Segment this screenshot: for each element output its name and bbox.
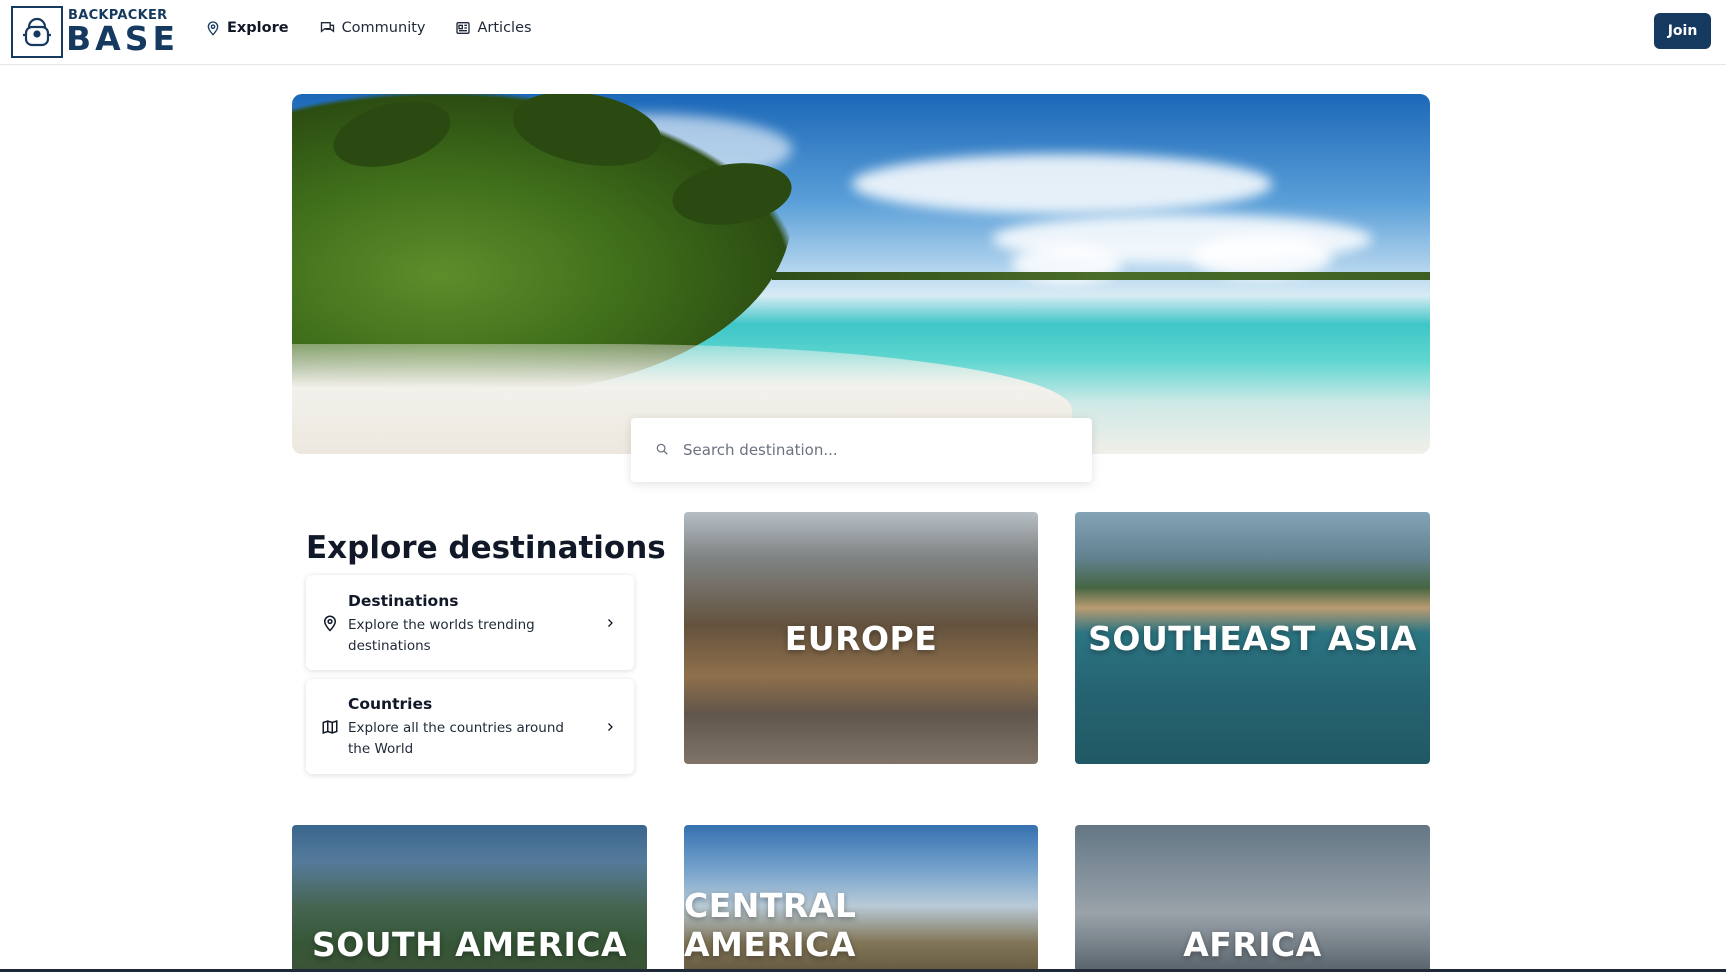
region-tile-southeast-asia[interactable]: SOUTHEAST ASIA xyxy=(1075,512,1430,764)
region-label: AFRICA xyxy=(1183,925,1322,964)
section-title: Explore destinations xyxy=(306,530,666,566)
nav-articles[interactable]: Articles xyxy=(455,20,532,36)
top-navbar: BACKPACKER BASE Explore Community Articl… xyxy=(0,0,1726,65)
region-tile-africa[interactable]: AFRICA xyxy=(1075,825,1430,972)
map-pin-icon xyxy=(205,20,221,36)
nav-community[interactable]: Community xyxy=(319,20,426,36)
brand-logo[interactable]: BACKPACKER BASE xyxy=(11,6,175,58)
main-nav: Explore Community Articles xyxy=(205,20,532,36)
destinations-description: Explore the worlds trending destinations xyxy=(348,617,535,654)
map-icon xyxy=(321,718,339,740)
region-label: SOUTHEAST ASIA xyxy=(1088,618,1417,658)
countries-description: Explore all the countries around the Wor… xyxy=(348,720,564,757)
chevron-right-icon xyxy=(604,719,616,738)
search-icon xyxy=(655,441,669,460)
cloud-shape xyxy=(852,154,1272,214)
region-tile-south-america[interactable]: SOUTH AMERICA xyxy=(292,825,647,972)
nav-community-label: Community xyxy=(341,20,426,36)
countries-card[interactable]: Countries Explore all the countries arou… xyxy=(306,679,634,774)
destinations-card[interactable]: Destinations Explore the worlds trending… xyxy=(306,575,634,670)
nav-explore[interactable]: Explore xyxy=(205,20,289,36)
map-pin-icon xyxy=(321,614,339,636)
brand-name-bottom: BASE xyxy=(66,19,180,58)
search-bar[interactable] xyxy=(631,418,1092,482)
region-tile-europe[interactable]: EUROPE xyxy=(684,512,1038,764)
chat-icon xyxy=(319,20,336,36)
nav-articles-label: Articles xyxy=(477,20,532,36)
countries-title: Countries xyxy=(348,695,433,713)
region-label: CENTRAL AMERICA xyxy=(684,886,857,964)
backpack-logo-icon xyxy=(11,6,63,58)
region-label: SOUTH AMERICA xyxy=(311,925,628,964)
region-label: EUROPE xyxy=(784,618,938,658)
search-input[interactable] xyxy=(683,441,1063,459)
newspaper-icon xyxy=(455,20,471,36)
chevron-right-icon xyxy=(604,615,616,634)
region-tile-central-america[interactable]: CENTRAL AMERICA xyxy=(684,825,1038,972)
nav-explore-label: Explore xyxy=(227,20,289,36)
distant-treeline xyxy=(772,272,1430,280)
destinations-title: Destinations xyxy=(348,592,459,610)
hero-image xyxy=(292,94,1430,454)
join-button[interactable]: Join xyxy=(1654,13,1711,49)
